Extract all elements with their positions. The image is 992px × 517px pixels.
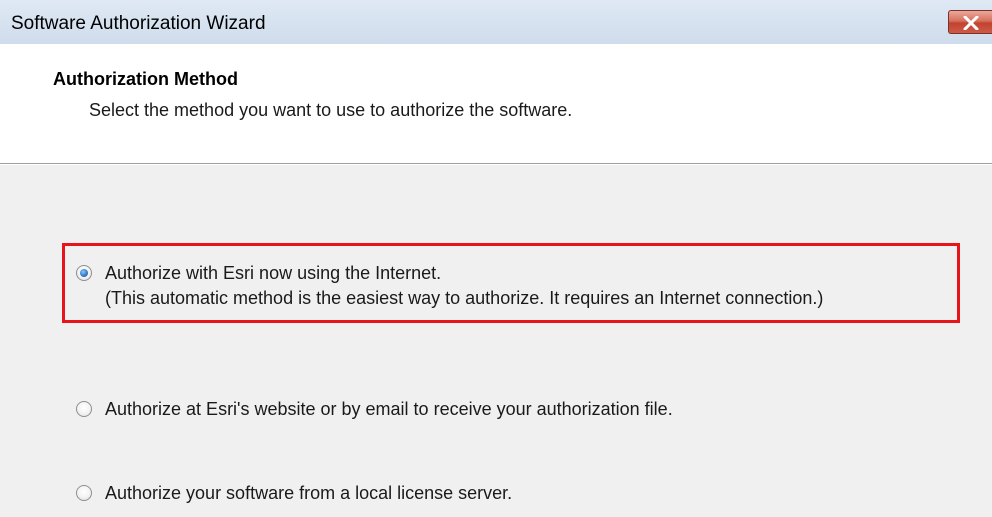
wizard-header: Authorization Method Select the method y… (0, 44, 992, 163)
radio-authorize-website-email[interactable] (76, 401, 92, 417)
window-title: Software Authorization Wizard (11, 13, 266, 34)
option-authorize-website-email-label: Authorize at Esri's website or by email … (105, 399, 673, 419)
radio-authorize-license-server[interactable] (76, 485, 92, 501)
title-bar: Software Authorization Wizard (0, 0, 992, 44)
option-authorize-license-server[interactable]: Authorize your software from a local lic… (76, 482, 596, 506)
close-icon (963, 16, 979, 30)
page-subtitle: Select the method you want to use to aut… (89, 100, 573, 120)
close-button[interactable] (948, 10, 992, 34)
options-panel (0, 165, 992, 517)
option-authorize-license-server-label: Authorize your software from a local lic… (105, 483, 513, 503)
highlight-annotation (62, 243, 960, 323)
option-authorize-website-email[interactable]: Authorize at Esri's website or by email … (76, 398, 776, 422)
page-title: Authorization Method (53, 69, 238, 89)
